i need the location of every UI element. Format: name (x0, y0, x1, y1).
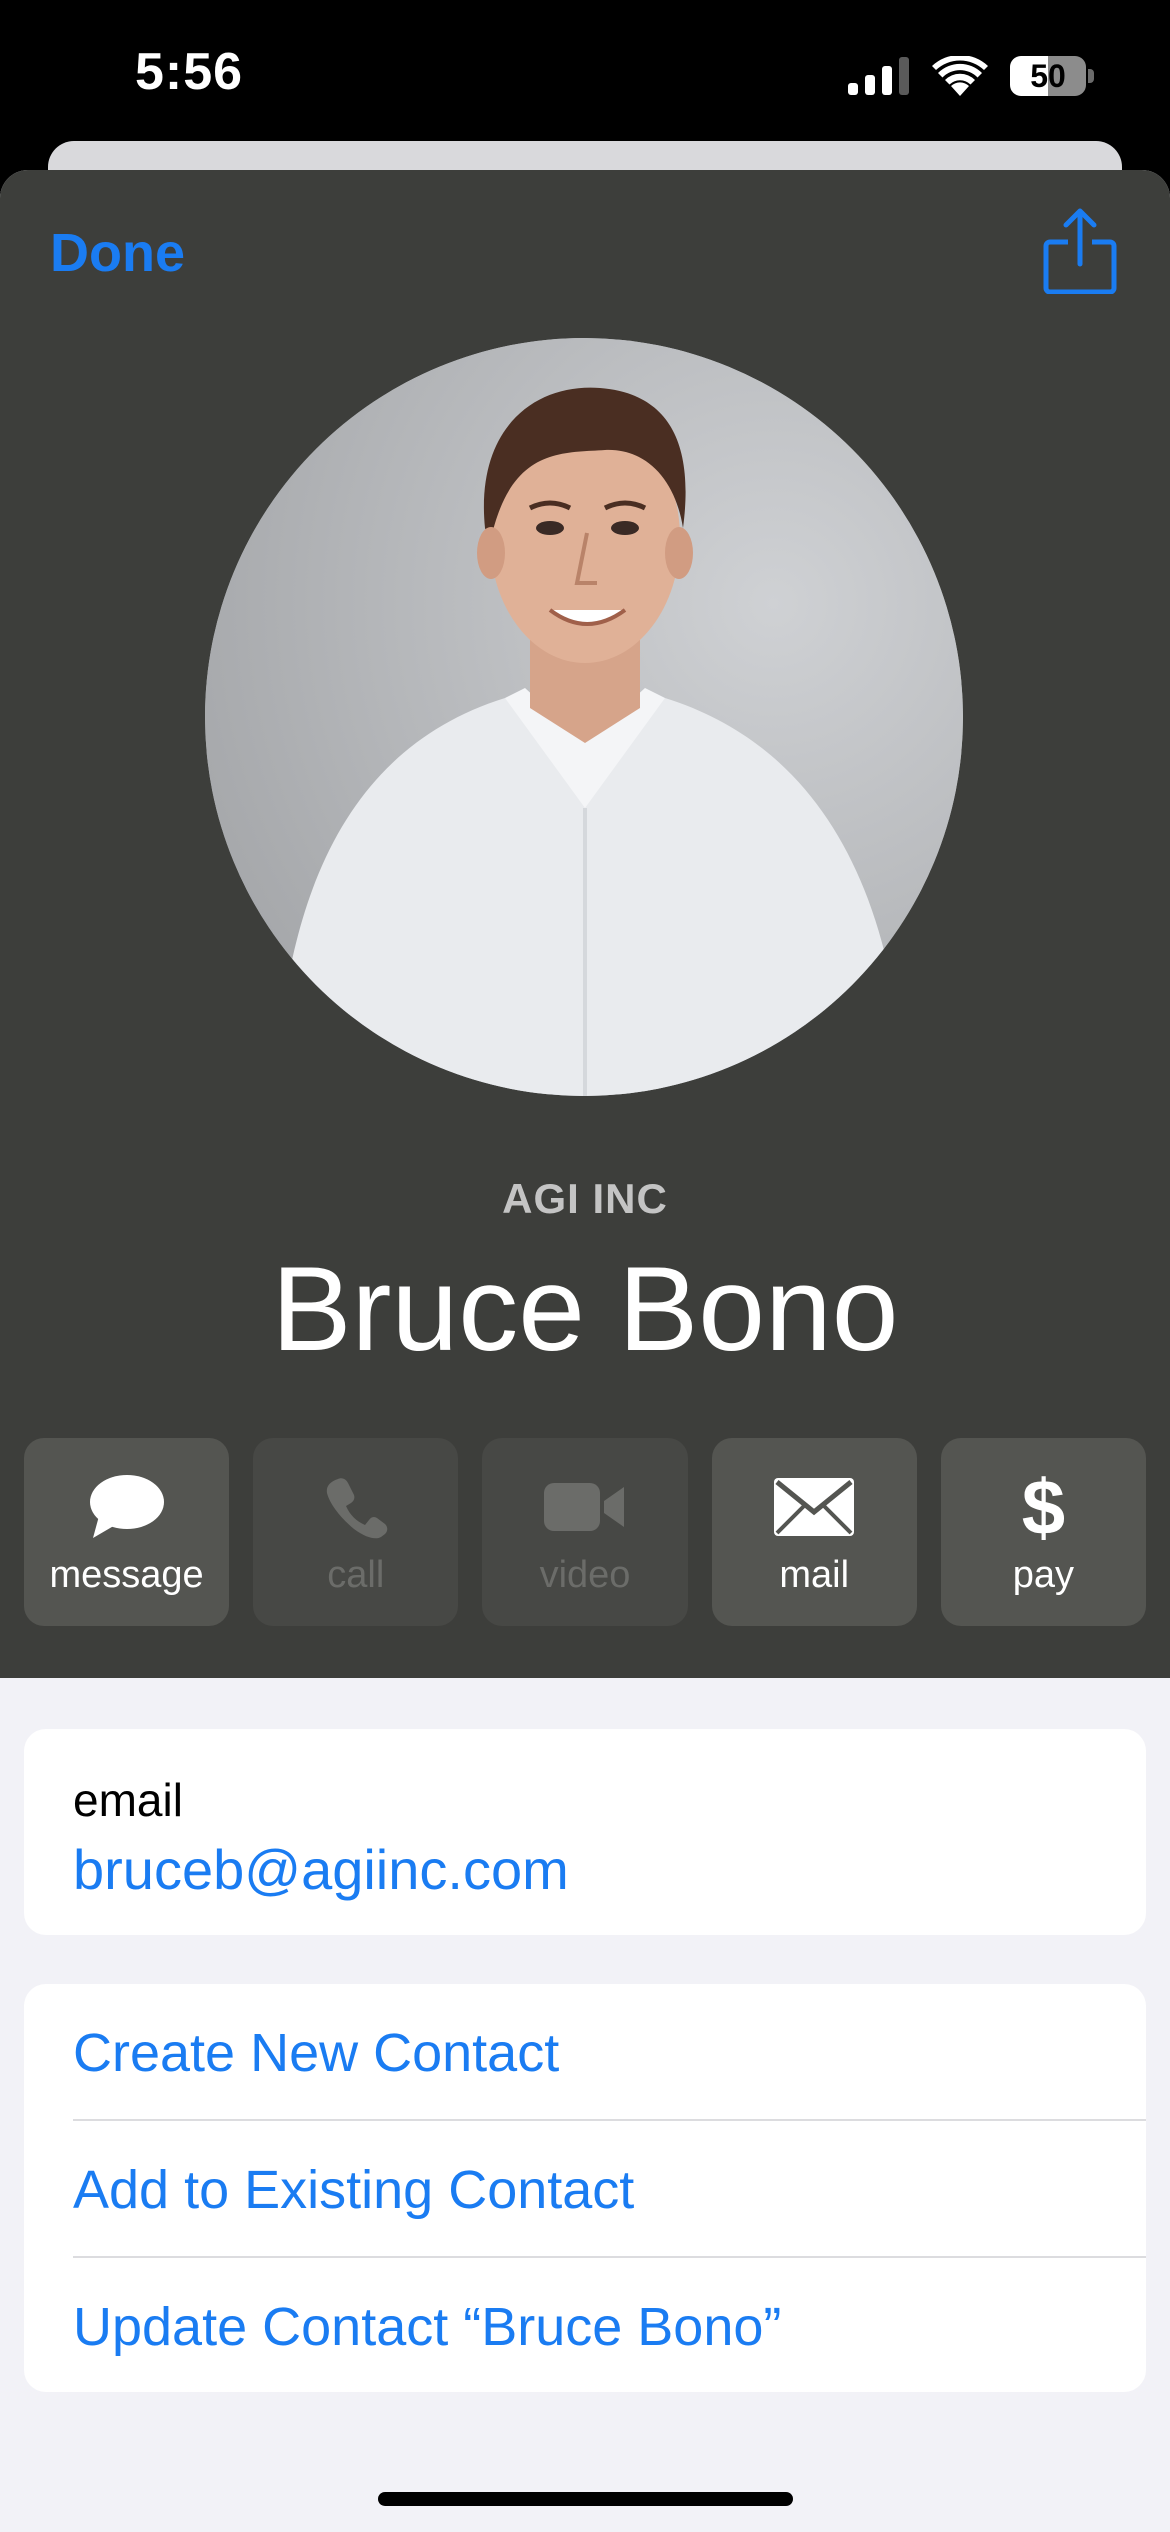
status-bar: 5:56 50 (0, 0, 1170, 150)
video-camera-icon (544, 1474, 626, 1540)
message-bubble-icon (89, 1474, 165, 1540)
contact-options-card: Create New Contact Add to Existing Conta… (24, 1984, 1146, 2392)
video-action-button[interactable]: video (482, 1438, 688, 1626)
call-action-label: call (327, 1554, 385, 1596)
create-new-contact-button[interactable]: Create New Contact (73, 1984, 1146, 2120)
home-indicator[interactable] (378, 2492, 793, 2506)
share-icon[interactable] (1042, 208, 1118, 294)
phone-icon (324, 1474, 388, 1540)
add-to-existing-contact-button[interactable]: Add to Existing Contact (73, 2121, 1146, 2257)
message-action-button[interactable]: message (24, 1438, 230, 1626)
pay-action-button[interactable]: $ pay (940, 1438, 1147, 1626)
done-button[interactable]: Done (50, 222, 185, 284)
dollar-icon: $ (1021, 1463, 1066, 1551)
message-action-label: message (49, 1554, 204, 1596)
add-to-existing-contact-label: Add to Existing Contact (73, 2160, 635, 2220)
email-address-link[interactable]: bruceb@agiinc.com (73, 1837, 569, 1902)
quick-actions: message call video mail $ pay (24, 1438, 1147, 1626)
update-contact-label: Update Contact “Bruce Bono” (73, 2297, 782, 2357)
wifi-icon (932, 56, 988, 96)
call-action-button[interactable]: call (253, 1438, 459, 1626)
mail-action-label: mail (779, 1554, 850, 1596)
cellular-signal-icon (848, 57, 909, 95)
contact-company: AGI INC (502, 1175, 668, 1222)
mail-action-button[interactable]: mail (711, 1438, 917, 1626)
status-time: 5:56 (135, 43, 244, 101)
contact-photo-image (205, 338, 963, 1096)
email-card: email bruceb@agiinc.com (24, 1729, 1146, 1935)
contact-header: Done AGI INC Bruce Bono message call vid… (0, 170, 1170, 1678)
video-action-label: video (539, 1554, 631, 1596)
email-label: email (73, 1774, 183, 1826)
contact-name: Bruce Bono (271, 1242, 899, 1376)
contact-photo (205, 338, 963, 1096)
battery-icon: 50 (1010, 56, 1094, 96)
contact-sheet: Done AGI INC Bruce Bono message call vid… (0, 170, 1170, 2532)
pay-action-label: pay (1012, 1554, 1075, 1596)
envelope-icon (774, 1474, 855, 1540)
battery-level: 50 (1030, 58, 1066, 94)
status-icons: 50 (848, 56, 1094, 96)
create-new-contact-label: Create New Contact (73, 2023, 560, 2083)
update-contact-button[interactable]: Update Contact “Bruce Bono” (73, 2258, 1146, 2394)
